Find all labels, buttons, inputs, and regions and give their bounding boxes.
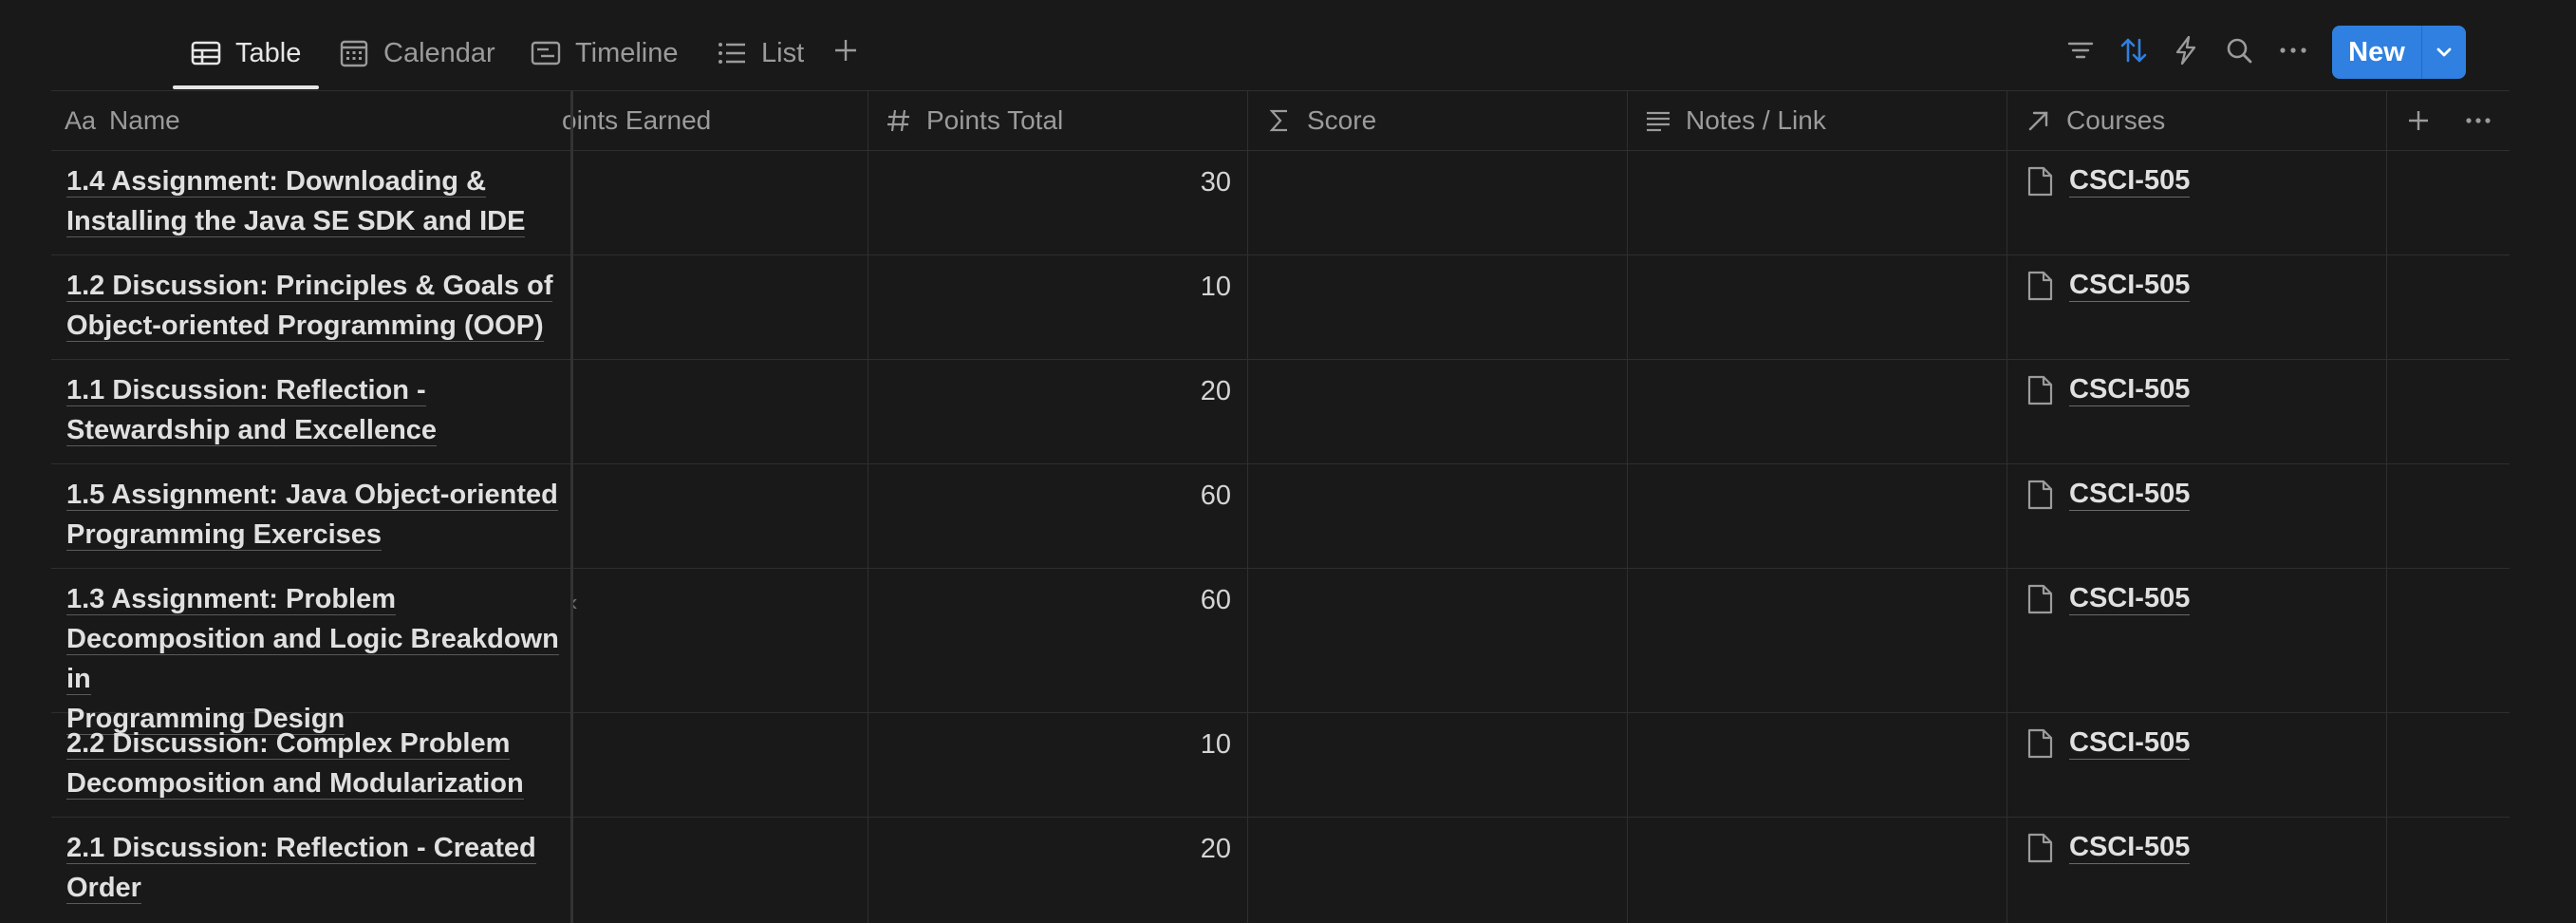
new-button-label: New [2348, 36, 2405, 67]
points-total-cell[interactable]: 60 [869, 585, 1231, 616]
page-icon [2027, 728, 2053, 759]
tab-calendar[interactable]: Calendar [338, 27, 495, 80]
filter-icon[interactable] [2064, 34, 2097, 66]
column-more-icon[interactable] [2462, 104, 2494, 137]
column-divider [1627, 91, 1628, 923]
row-name-cell[interactable]: 1.1 Discussion: Reflection - Stewardship… [66, 370, 569, 450]
course-relation-cell[interactable]: CSCI-505 [2025, 270, 2191, 302]
row-title-line: Programming Exercises [66, 519, 383, 551]
row-title-line: Decomposition and Modularization [66, 768, 524, 800]
row-name-cell[interactable]: 1.4 Assignment: Downloading & Installing… [66, 161, 569, 241]
column-header-points-total[interactable]: Points Total [885, 91, 1245, 150]
row-title-line: Order [66, 873, 141, 904]
course-link: CSCI-505 [2069, 374, 2191, 406]
course-link: CSCI-505 [2069, 479, 2191, 511]
row-title-line: 1.1 Discussion: Reflection - [66, 375, 426, 406]
row-title-line: 2.2 Discussion: Complex Problem [66, 728, 511, 760]
column-header-label: oints Earned [562, 105, 712, 135]
course-relation-cell[interactable]: CSCI-505 [2025, 374, 2191, 406]
tab-label: List [761, 37, 805, 68]
course-link: CSCI-505 [2069, 832, 2191, 864]
row-name-cell[interactable]: 1.2 Discussion: Principles & Goals of Ob… [66, 266, 569, 346]
column-header-label: Notes / Link [1686, 105, 1826, 135]
column-header-label: Score [1307, 105, 1377, 135]
row-title-line: Stewardship and Excellence [66, 415, 438, 446]
calendar-icon [340, 40, 368, 67]
list-icon [719, 43, 745, 64]
column-header-label: Courses [2066, 105, 2166, 135]
column-divider [2386, 91, 2387, 923]
row-title-line: 1.3 Assignment: Problem [66, 584, 397, 615]
relation-arrow-icon [2028, 111, 2048, 131]
course-relation-cell[interactable]: CSCI-505 [2025, 165, 2191, 198]
course-relation-cell[interactable]: CSCI-505 [2025, 479, 2191, 511]
column-header-score[interactable]: Score [1265, 91, 1626, 150]
points-total-cell[interactable]: 30 [869, 167, 1231, 198]
tab-timeline[interactable]: Timeline [530, 27, 679, 80]
column-header-label: Points Total [926, 105, 1064, 135]
page-icon [2027, 271, 2053, 301]
more-options-icon[interactable] [2277, 34, 2309, 66]
tab-list[interactable]: List [716, 27, 804, 80]
number-hash-icon [887, 109, 909, 132]
tab-label: Calendar [383, 37, 495, 68]
automation-bolt-icon[interactable] [2170, 34, 2202, 66]
points-total-cell[interactable]: 20 [869, 376, 1231, 407]
points-total-cell[interactable]: 10 [869, 272, 1231, 303]
course-link: CSCI-505 [2069, 727, 2191, 760]
course-link: CSCI-505 [2069, 165, 2191, 198]
course-link: CSCI-505 [2069, 270, 2191, 302]
row-title-line: 1.2 Discussion: Principles & Goals of [66, 271, 553, 302]
add-view-icon[interactable] [830, 34, 862, 66]
formula-sigma-icon [1269, 109, 1287, 132]
new-button[interactable]: New [2332, 26, 2421, 79]
row-title-line: 1.4 Assignment: Downloading & [66, 166, 487, 198]
row-name-cell[interactable]: 2.2 Discussion: Complex Problem Decompos… [66, 724, 569, 803]
row-name-cell[interactable]: 1.3 Assignment: Problem Decomposition an… [66, 579, 569, 739]
row-title-line: Decomposition and Logic Breakdown in [66, 624, 559, 695]
tab-table[interactable]: Table [190, 27, 301, 80]
column-header-label: Name [109, 105, 180, 135]
page-icon [2027, 166, 2053, 197]
course-link: CSCI-505 [2069, 583, 2191, 615]
frozen-column-divider [570, 91, 573, 923]
page-icon [2027, 833, 2053, 863]
row-name-cell[interactable]: 2.1 Discussion: Reflection - Created Ord… [66, 828, 569, 908]
points-total-cell[interactable]: 10 [869, 729, 1231, 761]
new-dropdown-button[interactable] [2421, 26, 2466, 79]
text-lines-icon [1647, 111, 1670, 132]
tab-label: Table [235, 37, 302, 68]
row-title-line: Installing the Java SE SDK and IDE [66, 206, 526, 237]
points-total-cell[interactable]: 60 [869, 480, 1231, 512]
chevron-down-icon [2436, 47, 2452, 57]
search-icon[interactable] [2223, 34, 2255, 66]
page-icon [2027, 584, 2053, 614]
column-header-notes[interactable]: Notes / Link [1644, 91, 2005, 150]
sort-icon[interactable] [2118, 34, 2150, 66]
row-title-line: 2.1 Discussion: Reflection - Created [66, 833, 536, 864]
row-name-cell[interactable]: 1.5 Assignment: Java Object-oriented Pro… [66, 475, 569, 555]
column-header-name[interactable]: Aa Name [65, 91, 558, 150]
column-divider [1247, 91, 1248, 923]
row-title-line: Object-oriented Programming (OOP) [66, 311, 544, 342]
title-aa-icon: Aa [65, 105, 97, 135]
points-total-cell[interactable]: 20 [869, 834, 1231, 865]
table-icon [191, 41, 221, 66]
column-header-points-earned[interactable]: oints Earned [562, 91, 868, 150]
timeline-icon [531, 41, 561, 66]
column-header-courses[interactable]: Courses [2025, 91, 2385, 150]
active-tab-indicator [173, 85, 319, 89]
course-relation-cell[interactable]: CSCI-505 [2025, 727, 2191, 760]
view-toolbar: Table Calendar Timeline List New [0, 0, 2576, 91]
row-title-line: 1.5 Assignment: Java Object-oriented [66, 480, 558, 511]
course-relation-cell[interactable]: CSCI-505 [2025, 583, 2191, 615]
page-icon [2027, 375, 2053, 405]
add-property-icon[interactable] [2402, 104, 2435, 137]
page-icon [2027, 480, 2053, 510]
tab-label: Timeline [575, 37, 679, 68]
course-relation-cell[interactable]: CSCI-505 [2025, 832, 2191, 864]
